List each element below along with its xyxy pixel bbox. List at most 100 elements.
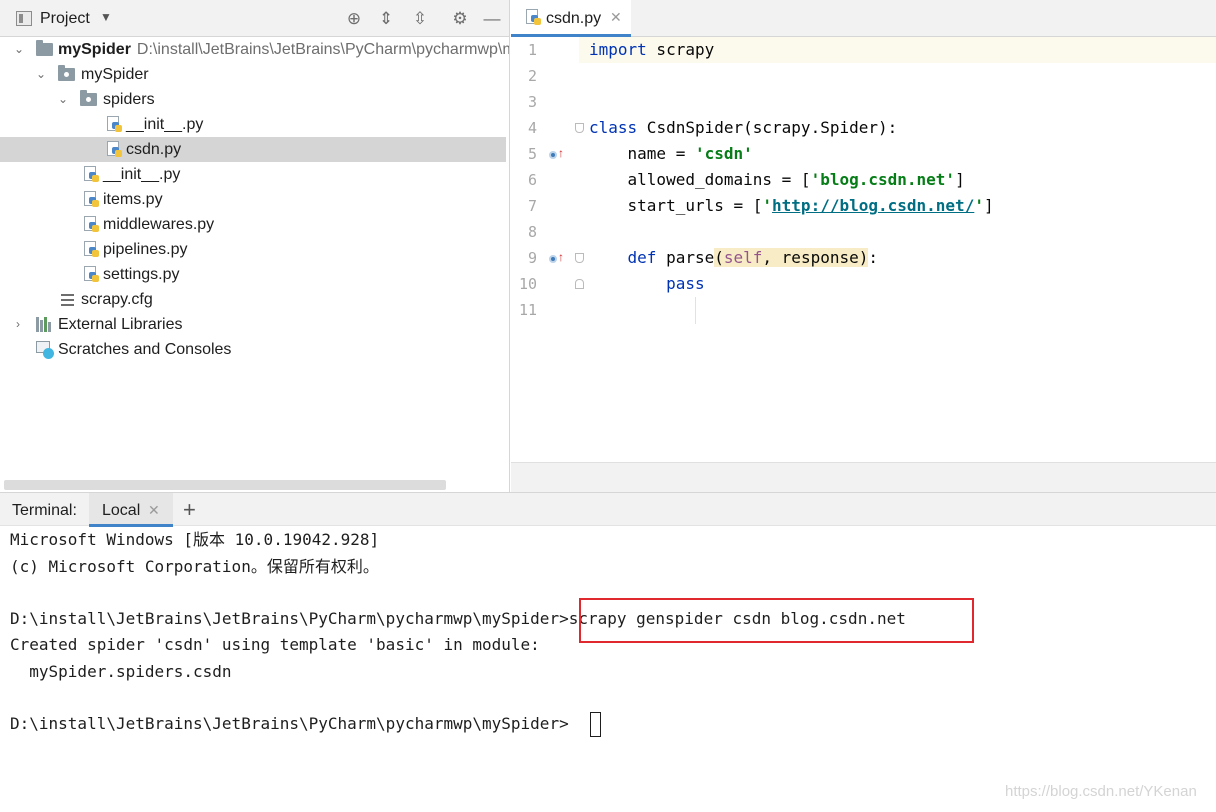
- code-line-5: name = 'csdn': [589, 144, 753, 163]
- terminal-line: Microsoft Windows [版本 10.0.19042.928]: [10, 530, 380, 549]
- line-number: 5: [527, 145, 537, 163]
- terminal-header: Terminal: Local ✕ +: [0, 492, 1216, 527]
- chevron-down-icon[interactable]: ⌄: [12, 37, 26, 62]
- code-line-7: start_urls = ['http://blog.csdn.net/']: [589, 196, 994, 215]
- terminal-label: Terminal:: [12, 502, 77, 519]
- code-line-6: allowed_domains = ['blog.csdn.net']: [589, 170, 965, 189]
- tree-item-pipelines[interactable]: pipelines.py: [0, 237, 506, 262]
- terminal-cursor[interactable]: [590, 712, 601, 737]
- line-number: 9: [527, 249, 537, 267]
- line-number: 4: [527, 119, 537, 137]
- package-icon: [80, 90, 97, 106]
- project-view-selector[interactable]: Project: [40, 10, 90, 28]
- line-number: 10: [518, 275, 537, 293]
- hide-icon[interactable]: —: [481, 8, 503, 30]
- config-file-icon: [61, 294, 74, 306]
- tab-csdn-py[interactable]: csdn.py ✕: [511, 0, 631, 37]
- python-file-icon: [83, 166, 100, 184]
- locate-icon[interactable]: ⊕: [343, 8, 365, 30]
- chevron-right-icon[interactable]: ›: [11, 312, 25, 337]
- tree-label: mySpider: [81, 66, 149, 83]
- tree-item-csdn[interactable]: csdn.py: [0, 137, 506, 162]
- tree-item-init[interactable]: __init__.py: [0, 162, 506, 187]
- indent-guide: [695, 297, 696, 324]
- line-number: 8: [527, 223, 537, 241]
- terminal-line: (c) Microsoft Corporation。保留所有权利。: [10, 557, 379, 576]
- tree-item-myspider-package[interactable]: ⌄ mySpider: [0, 62, 506, 87]
- tab-label: Local: [102, 502, 141, 519]
- close-icon[interactable]: ✕: [610, 9, 622, 26]
- url-link[interactable]: http://blog.csdn.net/: [772, 196, 974, 215]
- python-file-icon: [83, 216, 100, 234]
- editor: csdn.py ✕ 1 2 3 4 5 6 7 8 9 10 11 ↑ ↑ im…: [511, 0, 1216, 492]
- tree-item-scrapy-cfg[interactable]: scrapy.cfg: [0, 287, 506, 312]
- line-number: 2: [527, 67, 537, 85]
- code-line-10: pass: [589, 274, 705, 293]
- override-marker-icon[interactable]: ↑: [548, 250, 564, 266]
- python-file-icon: [106, 141, 123, 159]
- tree-item-spiders-package[interactable]: ⌄ spiders: [0, 87, 506, 112]
- folder-icon: [36, 40, 53, 56]
- python-file-icon: [106, 116, 123, 134]
- project-tool-window: Project ▼ ⊕ ⇕ ⇳ ⚙ — ⌄ mySpider D:\install…: [0, 0, 510, 492]
- expand-all-icon[interactable]: ⇕: [375, 8, 397, 30]
- line-number: 3: [527, 93, 537, 111]
- tree-label: __init__.py: [126, 116, 204, 133]
- terminal-tool-window: Terminal: Local ✕ + Microsoft Windows [版…: [0, 492, 1216, 812]
- editor-bottom-bar: [511, 462, 1216, 492]
- tree-item-external-libraries[interactable]: › External Libraries: [0, 312, 506, 337]
- code-line-9: def parse(self, response):: [589, 248, 879, 267]
- tree-item-spiders-init[interactable]: __init__.py: [0, 112, 506, 137]
- python-file-icon: [525, 9, 542, 27]
- tab-label: csdn.py: [546, 10, 602, 27]
- tree-item-settings[interactable]: settings.py: [0, 262, 506, 287]
- tree-label: scrapy.cfg: [81, 291, 153, 308]
- line-number: 1: [527, 41, 537, 59]
- command-highlight-box: [579, 598, 974, 643]
- code-line-1: import scrapy: [589, 40, 715, 59]
- tree-label: spiders: [103, 91, 155, 108]
- plus-icon[interactable]: +: [183, 497, 196, 523]
- tab-local[interactable]: Local ✕: [89, 493, 173, 527]
- tree-item-middlewares[interactable]: middlewares.py: [0, 212, 506, 237]
- collapse-all-icon[interactable]: ⇳: [409, 8, 431, 30]
- terminal-line: Created spider 'csdn' using template 'ba…: [10, 635, 540, 654]
- editor-gutter: 1 2 3 4 5 6 7 8 9 10 11 ↑ ↑: [511, 37, 584, 462]
- line-number: 11: [518, 301, 537, 319]
- terminal-prompt: D:\install\JetBrains\JetBrains\PyCharm\p…: [10, 714, 569, 733]
- python-file-icon: [83, 191, 100, 209]
- python-file-icon: [83, 241, 100, 259]
- tree-label: csdn.py: [126, 141, 182, 158]
- root-name: mySpider: [58, 41, 131, 58]
- gear-icon[interactable]: ⚙: [449, 8, 471, 30]
- code-area[interactable]: import scrapy class CsdnSpider(scrapy.Sp…: [579, 37, 1216, 462]
- tree-label: External Libraries: [58, 316, 183, 333]
- tree-label: middlewares.py: [103, 216, 215, 233]
- tree-label: items.py: [103, 191, 163, 208]
- watermark: https://blog.csdn.net/YKenan: [1005, 783, 1197, 800]
- editor-tab-bar: csdn.py ✕: [511, 0, 1216, 37]
- tree-item-items[interactable]: items.py: [0, 187, 506, 212]
- package-icon: [58, 65, 75, 81]
- line-number: 6: [527, 171, 537, 189]
- chevron-down-icon[interactable]: ⌄: [34, 62, 48, 87]
- code-line-4: class CsdnSpider(scrapy.Spider):: [589, 118, 898, 137]
- tree-label: Scratches and Consoles: [58, 341, 232, 358]
- tree-label: pipelines.py: [103, 241, 188, 258]
- chevron-down-icon[interactable]: ▼: [100, 10, 112, 24]
- horizontal-scrollbar[interactable]: [4, 480, 446, 490]
- override-marker-icon[interactable]: ↑: [548, 146, 564, 162]
- terminal-prompt: D:\install\JetBrains\JetBrains\PyCharm\p…: [10, 609, 569, 628]
- scratches-icon: [36, 341, 55, 359]
- line-number: 7: [527, 197, 537, 215]
- library-icon: [36, 317, 54, 332]
- tree-item-scratches[interactable]: Scratches and Consoles: [0, 337, 506, 362]
- chevron-down-icon[interactable]: ⌄: [56, 87, 70, 112]
- tree-label: __init__.py: [103, 166, 181, 183]
- root-path: D:\install\JetBrains\JetBrains\PyCharm\p…: [136, 41, 509, 58]
- tree-item-root[interactable]: ⌄ mySpider D:\install\JetBrains\JetBrains…: [0, 37, 509, 62]
- tree-label: settings.py: [103, 266, 180, 283]
- project-folder-icon: [16, 11, 32, 26]
- close-icon[interactable]: ✕: [148, 502, 160, 519]
- python-file-icon: [83, 266, 100, 284]
